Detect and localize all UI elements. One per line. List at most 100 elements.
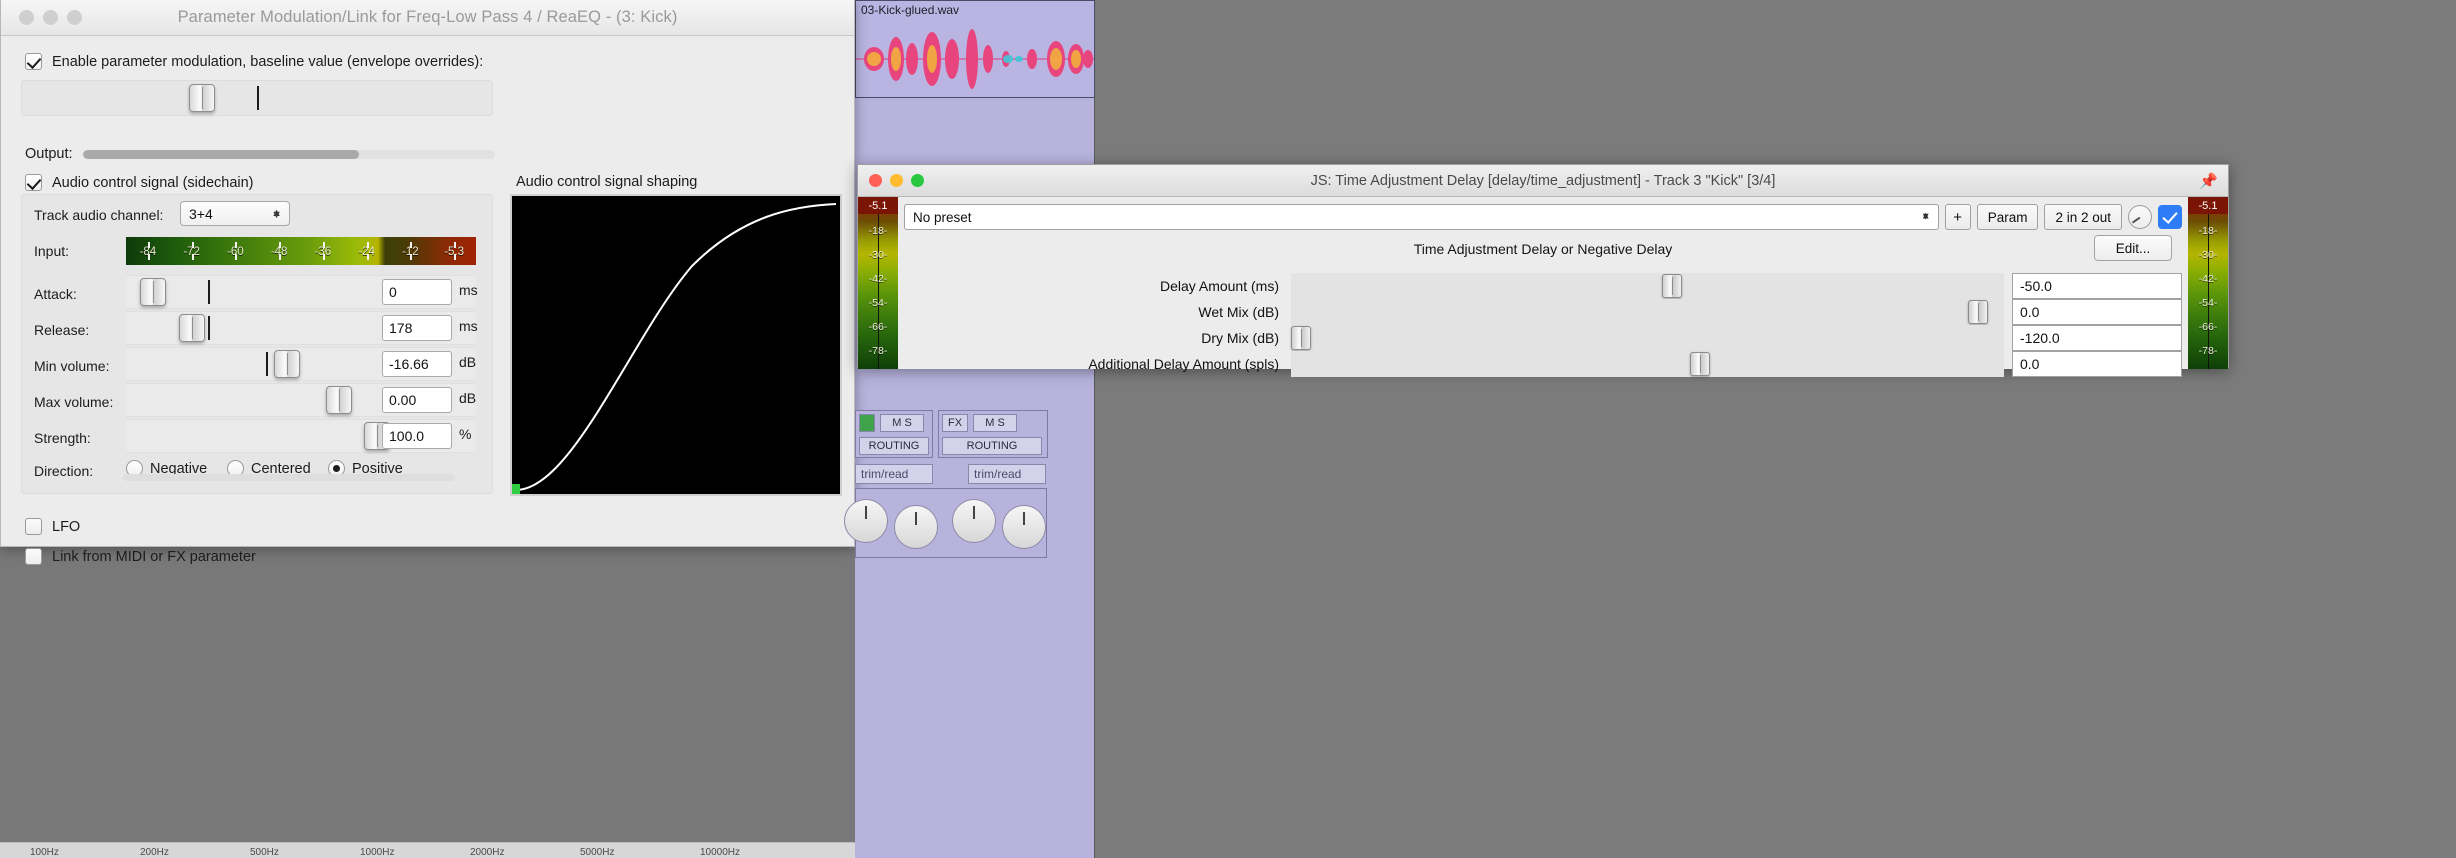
dry-mix-slider-thumb[interactable] [1291,326,1311,350]
enable-modulation-row[interactable]: Enable parameter modulation, baseline va… [25,53,483,70]
mixer-strip-1[interactable]: M S ROUTING [855,410,933,458]
close-button[interactable] [19,10,34,25]
pan-knob-3[interactable] [952,499,996,543]
js-minimize-button[interactable] [890,174,903,187]
js-window-titlebar[interactable]: JS: Time Adjustment Delay [delay/time_ad… [858,165,2228,197]
enable-modulation-checkbox[interactable] [25,53,42,70]
audio-clip[interactable]: 03-Kick-glued.wav [855,0,1095,98]
param-mod-titlebar[interactable]: Parameter Modulation/Link for Freq-Low P… [1,0,854,36]
js-toolbar: No preset ▲▼ + Param 2 in 2 out [904,203,2182,231]
output-label: Output: [25,146,73,162]
baseline-slider-track[interactable] [22,81,492,115]
record-arm-button[interactable] [859,414,875,432]
midi-link-label: Link from MIDI or FX parameter [52,549,256,565]
input-level-meter: -84 -72 -60 -48 -36 -24 -12 -5.3 [126,237,476,265]
max-volume-value: 0.00 [389,392,416,408]
max-volume-slider-thumb[interactable] [326,386,352,414]
mute-solo-button-2[interactable]: M S [973,414,1017,432]
io-button[interactable]: 2 in 2 out [2044,204,2122,230]
mixer-strip-2[interactable]: FX M S ROUTING [938,410,1048,458]
delay-amount-value-field[interactable]: -50.0 [2012,273,2182,299]
mixer-knob-panel[interactable] [855,488,1047,558]
pan-knob-2[interactable] [894,505,938,549]
param-button[interactable]: Param [1977,204,2039,230]
max-volume-value-field[interactable]: 0.00 [382,387,452,413]
additional-delay-slider[interactable] [1291,351,2004,377]
routing-button-2[interactable]: ROUTING [942,437,1042,455]
window-controls[interactable] [19,0,82,35]
dry-mix-slider[interactable] [1291,325,2004,351]
edit-button[interactable]: Edit... [2094,235,2172,261]
lfo-checkbox[interactable] [25,518,42,535]
meter-tick-4: -36 [301,242,345,260]
sidechain-checkbox[interactable] [25,174,42,191]
parameter-modulation-window[interactable]: Parameter Modulation/Link for Freq-Low P… [0,0,855,547]
additional-delay-value-field[interactable]: 0.0 [2012,351,2182,377]
js-scale-42-left: -42- [858,273,898,285]
attack-slider-thumb[interactable] [140,278,166,306]
min-volume-slider-thumb[interactable] [274,350,300,378]
attack-value-field[interactable]: 0 [382,279,452,305]
release-slider-thumb[interactable] [179,314,205,342]
js-maximize-button[interactable] [911,174,924,187]
dry-wet-knob[interactable] [2128,205,2152,229]
param-row-wet-mix: Wet Mix (dB) 0.0 [904,299,2182,325]
additional-delay-label: Additional Delay Amount (spls) [904,351,1279,377]
release-label: Release: [34,322,89,338]
meter-tick-3: -48 [257,242,301,260]
js-window-controls[interactable] [869,165,924,196]
arrange-view[interactable] [1095,0,2456,858]
minimize-button[interactable] [43,10,58,25]
js-plugin-description: Time Adjustment Delay or Negative Delay [858,241,2228,257]
track-channel-dropdown[interactable]: 3+4 ▲▼ [180,201,290,226]
envelope-button-right[interactable]: trim/read [968,464,1046,484]
max-volume-unit: dB [459,390,476,406]
midi-link-row[interactable]: Link from MIDI or FX parameter [25,548,256,565]
wet-mix-value-field[interactable]: 0.0 [2012,299,2182,325]
baseline-slider-tick [257,86,259,110]
baseline-slider[interactable] [21,80,493,116]
shaping-curve-display[interactable] [510,194,842,496]
sidechain-row[interactable]: Audio control signal (sidechain) [25,174,254,191]
js-close-button[interactable] [869,174,882,187]
preset-dropdown[interactable]: No preset ▲▼ [904,204,1939,230]
lfo-row[interactable]: LFO [25,518,80,535]
release-unit: ms [459,318,478,334]
js-scale-18-right: -18- [2188,225,2228,237]
dry-mix-value: -120.0 [2020,330,2060,346]
fx-enable-checkbox[interactable] [2158,205,2182,229]
bottom-scroll-slider[interactable] [123,474,455,481]
add-preset-button[interactable]: + [1945,204,1971,230]
delay-amount-slider-thumb[interactable] [1662,274,1682,298]
pan-knob-1[interactable] [844,499,888,543]
additional-delay-slider-thumb[interactable] [1690,352,1710,376]
js-meter-peak-right: -5.1 [2188,197,2228,214]
dry-mix-value-field[interactable]: -120.0 [2012,325,2182,351]
release-slider-tick [208,316,210,340]
envelope-button-left[interactable]: trim/read [855,464,933,484]
release-value: 178 [389,320,412,336]
output-meter [83,150,495,159]
wet-mix-slider-thumb[interactable] [1968,300,1988,324]
midi-link-checkbox[interactable] [25,548,42,565]
strength-value-field[interactable]: 100.0 [382,423,452,449]
pan-knob-4[interactable] [1002,505,1046,549]
baseline-slider-thumb[interactable] [189,84,215,112]
mute-solo-button-1[interactable]: M S [880,414,924,432]
routing-button-1[interactable]: ROUTING [859,437,929,455]
enable-modulation-label: Enable parameter modulation, baseline va… [52,54,483,70]
wet-mix-slider[interactable] [1291,299,2004,325]
ruler-mark-2: 500Hz [250,847,279,858]
fx-button[interactable]: FX [942,414,968,432]
js-output-meter-right: -5.1 -18- -30- -42- -54- -66- -78- [2188,197,2228,369]
min-volume-value-field[interactable]: -16.66 [382,351,452,377]
release-value-field[interactable]: 178 [382,315,452,341]
maximize-button[interactable] [67,10,82,25]
ruler-mark-3: 1000Hz [360,847,394,858]
js-time-adjustment-delay-window[interactable]: JS: Time Adjustment Delay [delay/time_ad… [857,164,2229,368]
pin-icon[interactable]: 📌 [2199,172,2218,190]
waveform [856,23,1095,95]
delay-amount-slider[interactable] [1291,273,2004,299]
output-row: Output: [25,146,495,162]
min-volume-value: -16.66 [389,356,429,372]
